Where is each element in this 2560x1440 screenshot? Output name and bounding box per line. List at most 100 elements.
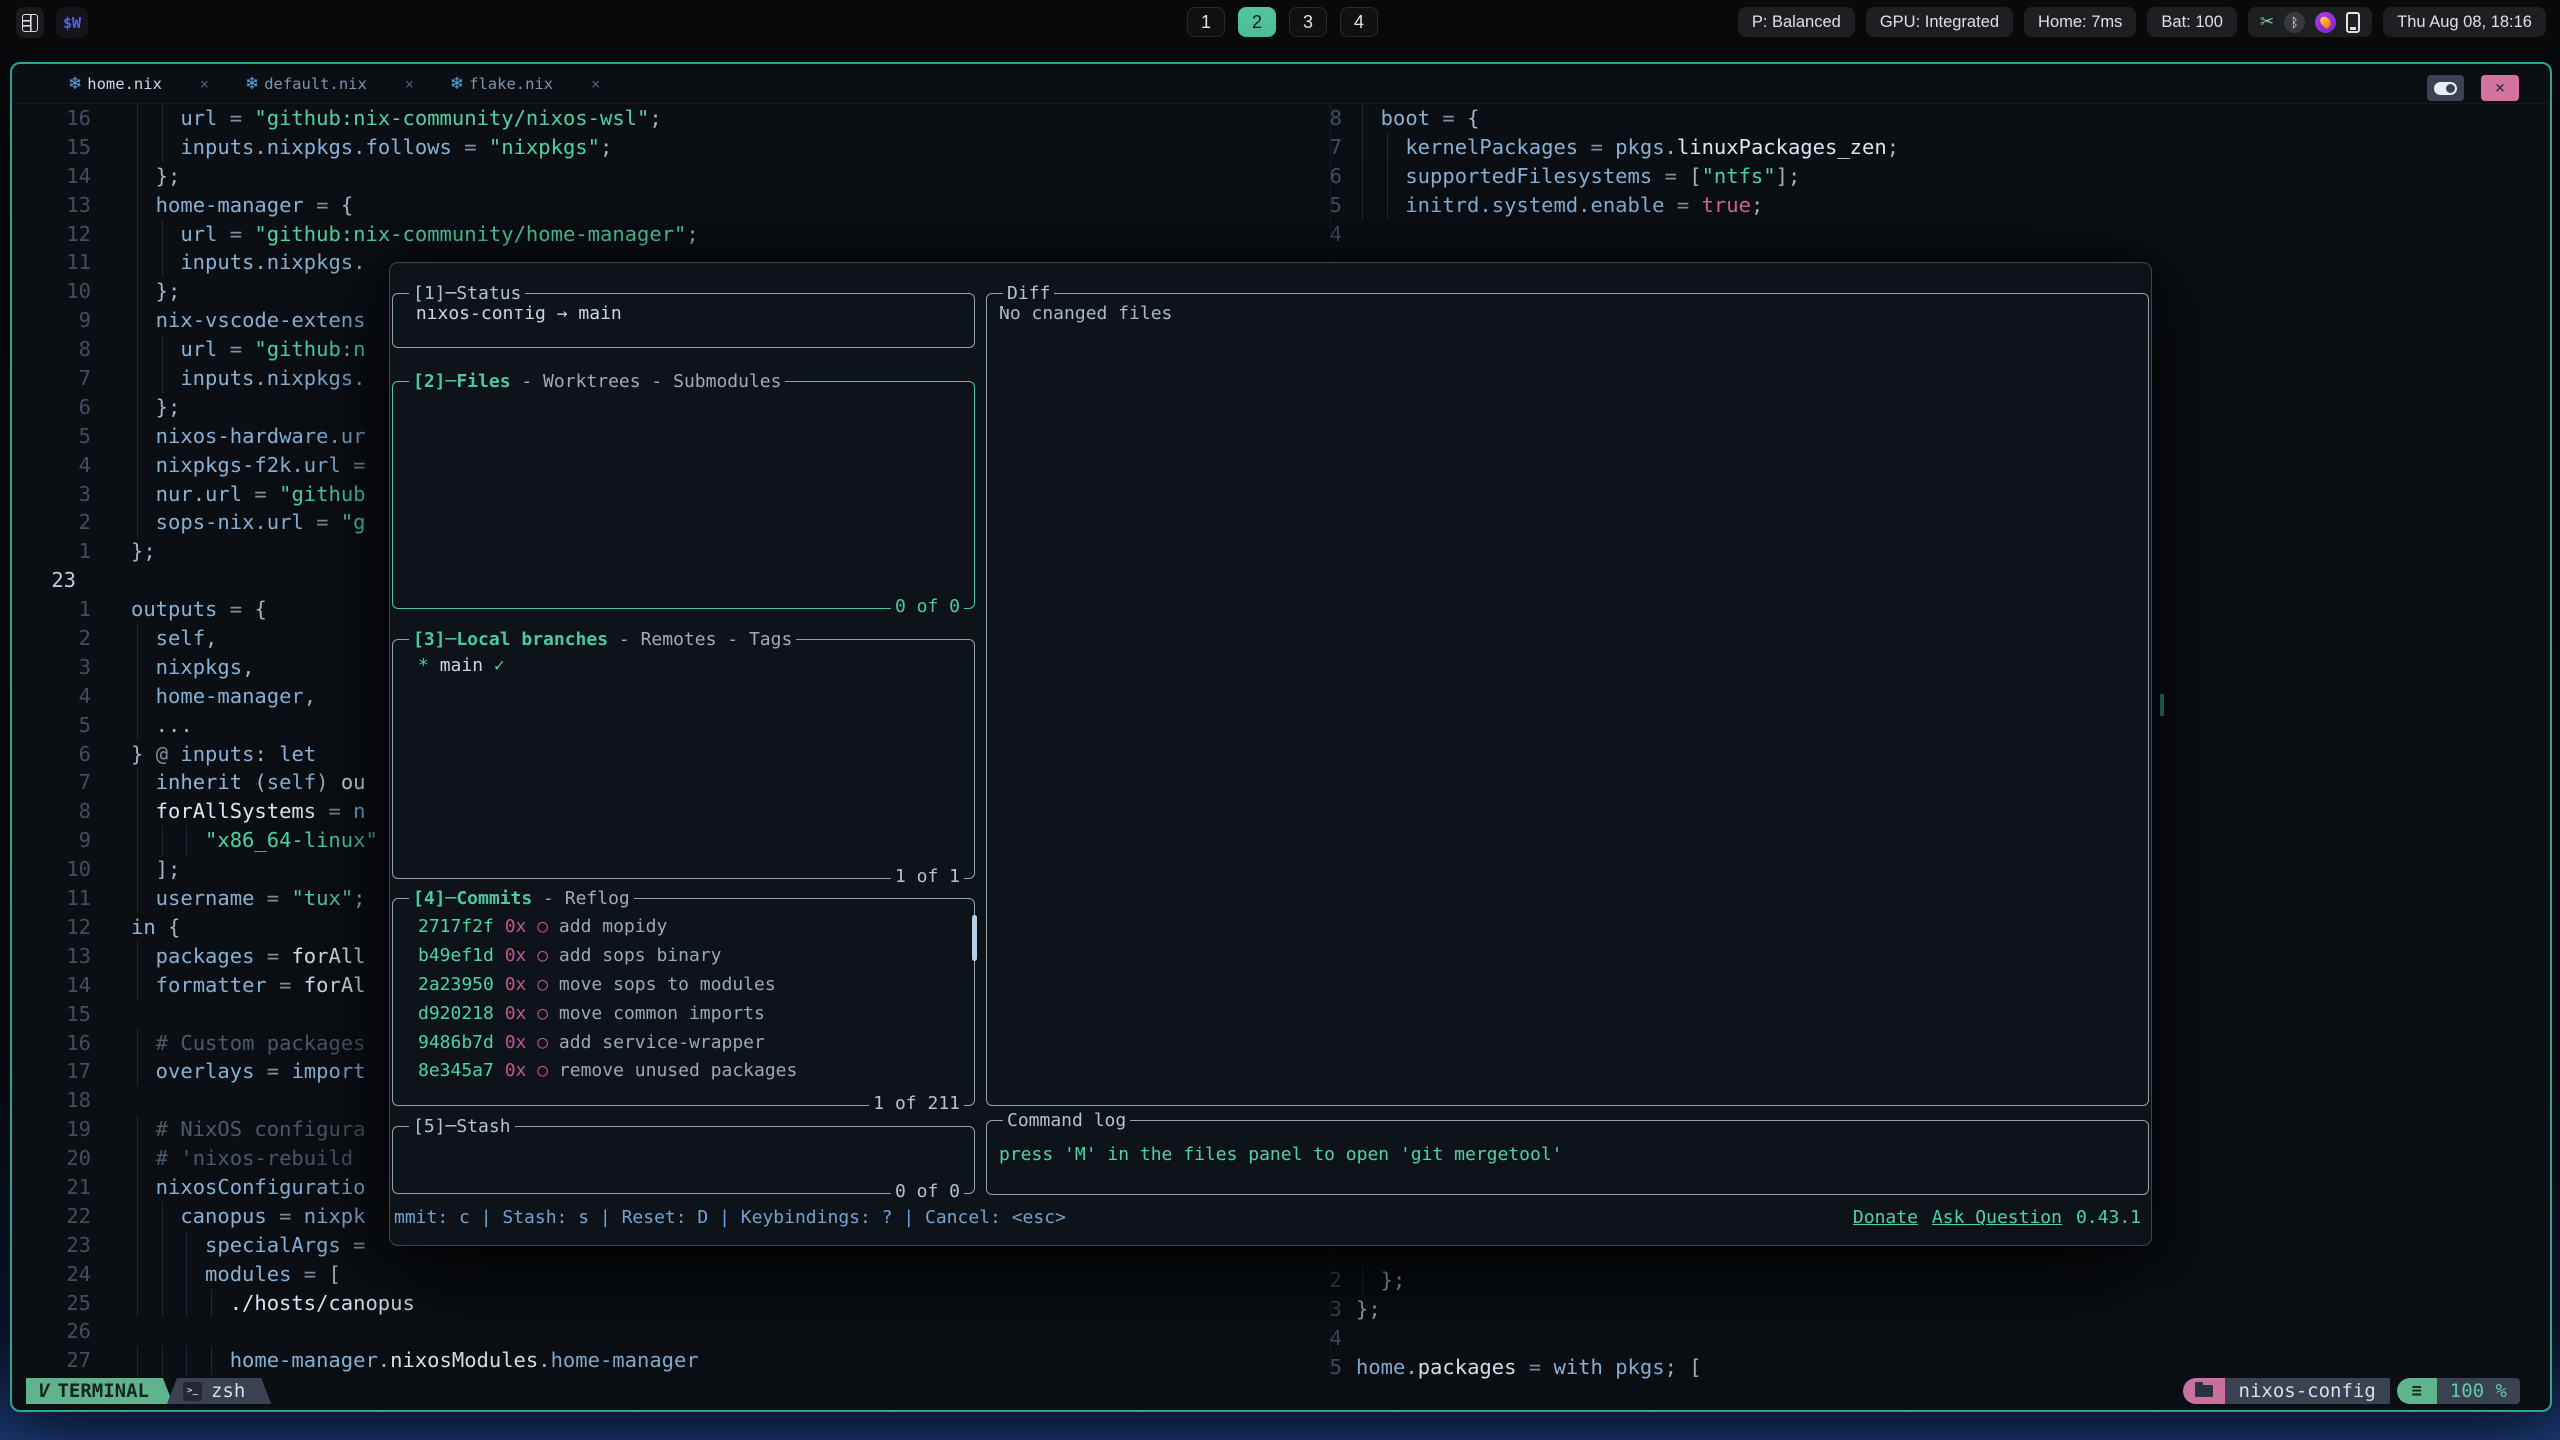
workspace-button-3[interactable]: 3 [1289,7,1327,37]
commit-row[interactable]: 9486b7d 0x ○ add service-wrapper [418,1029,962,1058]
lazygit-version: 0.43.1 [2076,1207,2141,1228]
code-line[interactable]: 4 [1263,1324,1702,1353]
line-number: 3 [12,653,91,682]
branch-name: main [440,655,483,676]
line-number: 10 [12,855,91,884]
branches-panel-title: [3]─Local branches - Remotes - Tags [409,626,796,655]
lazygit-files-panel[interactable]: [2]─Files - Worktrees - Submodules 0 of … [392,381,975,609]
lazygit-command-log-panel[interactable]: Command log press 'M' in the files panel… [986,1120,2149,1195]
commit-row[interactable]: 2a23950 0x ○ move sops to modules [418,971,962,1000]
launcher-icon[interactable] [16,7,44,38]
workspace-button-4[interactable]: 4 [1340,7,1378,37]
line-number: 6 [1263,162,1342,191]
status-pill[interactable]: GPU: Integrated [1866,7,2013,37]
status-pill[interactable]: Bat: 100 [2147,7,2236,37]
line-number: 2 [12,624,91,653]
shell-segment: >_ zsh [167,1378,271,1404]
bluetooth-icon[interactable]: ᛒ [2284,12,2305,33]
workspace-button-2[interactable]: 2 [1238,7,1276,37]
commit-row[interactable]: 2717f2f 0x ○ add mopidy [418,913,962,942]
commit-row[interactable]: 8e345a7 0x ○ remove unused packages [418,1057,962,1086]
tab-flake.nix[interactable]: ❄flake.nix× [450,74,600,94]
code-line[interactable]: 13 home-manager = { [12,191,699,220]
line-number: 15 [12,133,91,162]
code-line[interactable]: 4 [1263,220,1899,249]
system-tray: ✂ ᛒ [2248,7,2372,37]
line-number: 12 [12,913,91,942]
code-line[interactable]: 26 [12,1317,699,1346]
top-bar: $W 1234 P: Balanced GPU: Integrated Home: … [0,0,2560,44]
line-number: 4 [1263,220,1342,249]
line-number: 14 [12,162,91,191]
line-number: 4 [12,451,91,480]
flame-icon[interactable] [2315,12,2336,33]
workspace-switcher: 1234 [1187,7,1378,37]
lazygit-diff-panel[interactable]: Diff No changed files [986,293,2149,1106]
code-line[interactable]: 27 home-manager.nixosModules.home-manage… [12,1346,699,1375]
line-number: 7 [12,364,91,393]
line-number: 8 [12,797,91,826]
code-line[interactable]: 3}; [1263,1295,1702,1324]
line-number: 5 [12,422,91,451]
scroll-indicator[interactable] [2160,694,2164,716]
editor-pane-right-top: 8 boot = {7 kernelPackages = pkgs.linuxP… [1263,104,1899,248]
donate-link[interactable]: Donate [1853,1207,1918,1228]
lazygit-commits-panel[interactable]: [4]─Commits - Reflog 2717f2f 0x ○ add mo… [392,898,975,1106]
code-line[interactable]: 8 boot = { [1263,104,1899,133]
lazygit-keybar: mmit: c | Stash: s | Reset: D | Keybindi… [394,1204,2141,1233]
line-number: 13 [12,191,91,220]
line-number: 21 [12,1173,91,1202]
line-number: 5 [1263,191,1342,220]
lazygit-status-panel[interactable]: [1]─Status nixos-config → main [392,293,975,348]
code-line[interactable]: 24 modules = [ [12,1260,699,1289]
status-panel-title: [1]─Status [409,280,525,309]
code-line[interactable]: 7 kernelPackages = pkgs.linuxPackages_ze… [1263,133,1899,162]
line-number: 14 [12,971,91,1000]
line-number: 1 [12,537,91,566]
lazygit-stash-panel[interactable]: [5]─Stash 0 of 0 [392,1126,975,1194]
app-badge[interactable]: $W [56,7,88,38]
status-pill[interactable]: Home: 7ms [2024,7,2136,37]
window-close-button[interactable]: × [2481,75,2519,101]
clock[interactable]: Thu Aug 08, 18:16 [2383,7,2546,37]
workspace-button-1[interactable]: 1 [1187,7,1225,37]
line-number: 12 [12,220,91,249]
line-number: 23 [12,1231,91,1260]
folder-icon [2195,1385,2213,1397]
line-number: 19 [12,1115,91,1144]
code-line[interactable]: 25 ./hosts/canopus [12,1289,699,1318]
phone-icon[interactable] [2346,12,2360,33]
commit-row[interactable]: d920218 0x ○ move common imports [418,1000,962,1029]
tab-default.nix[interactable]: ❄default.nix× [245,74,414,94]
code-line[interactable]: 2 }; [1263,1266,1702,1295]
code-line[interactable]: 14 }; [12,162,699,191]
shell-label: zsh [211,1380,245,1402]
code-line[interactable]: 16 url = "github:nix-community/nixos-wsl… [12,104,699,133]
line-number: 5 [12,711,91,740]
code-line[interactable]: 6 supportedFilesystems = ["ntfs"]; [1263,162,1899,191]
status-pill[interactable]: P: Balanced [1738,7,1855,37]
line-number: 16 [12,1029,91,1058]
ask-question-link[interactable]: Ask Question [1932,1207,2062,1228]
status-pills: P: Balanced GPU: Integrated Home: 7ms Bat: … [1738,7,2237,37]
code-line[interactable]: 15 inputs.nixpkgs.follows = "nixpkgs"; [12,133,699,162]
terminal-prompt-icon: >_ [183,1382,202,1401]
scissors-icon[interactable]: ✂ [2260,12,2274,32]
tab-close-icon[interactable]: × [591,75,600,93]
code-line[interactable]: 5 initrd.systemd.enable = true; [1263,191,1899,220]
tab-close-icon[interactable]: × [405,75,414,93]
code-line[interactable]: 12 url = "github:nix-community/home-mana… [12,220,699,249]
pane-toggle-button[interactable] [2427,75,2464,101]
lazygit-overlay: [1]─Status nixos-config → main [2]─Files… [389,262,2152,1246]
commits-scrollbar[interactable] [972,915,977,961]
tab-home.nix[interactable]: ❄home.nix× [68,74,209,94]
command-log-content: press 'M' in the files panel to open 'gi… [987,1121,2148,1176]
tab-close-icon[interactable]: × [200,75,209,93]
line-number: 23 [12,566,91,595]
mode-label: TERMINAL [57,1380,149,1402]
stash-panel-title: [5]─Stash [409,1113,515,1142]
lazygit-branches-panel[interactable]: [3]─Local branches - Remotes - Tags * ma… [392,639,975,879]
line-number: 7 [1263,133,1342,162]
commit-row[interactable]: b49ef1d 0x ○ add sops binary [418,942,962,971]
repo-name: nixos-config [2225,1378,2390,1404]
